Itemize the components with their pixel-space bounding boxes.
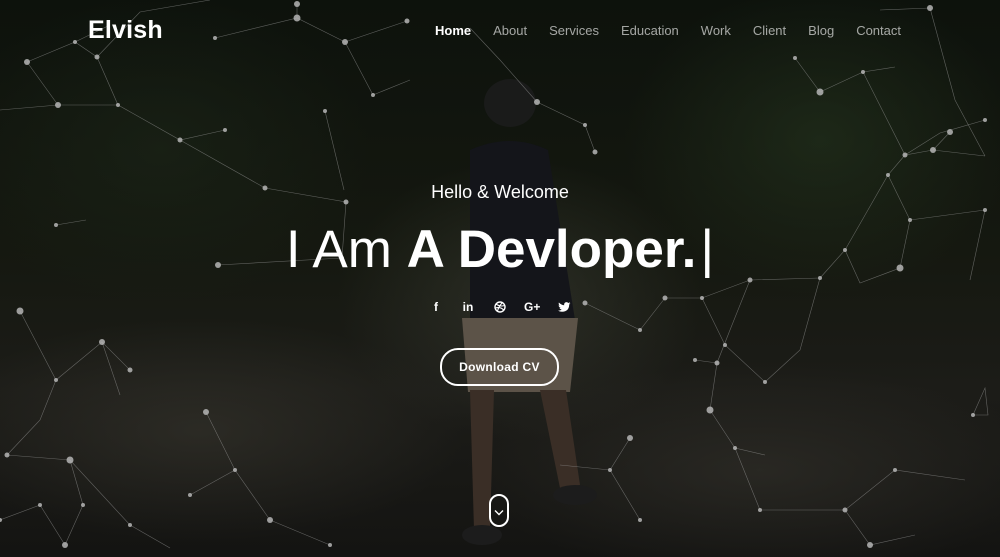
nav-item-home[interactable]: Home	[435, 23, 471, 38]
scroll-down-button[interactable]	[489, 494, 509, 527]
dribbble-icon[interactable]	[492, 298, 508, 316]
nav-item-about[interactable]: About	[493, 23, 527, 38]
linkedin-icon[interactable]: in	[460, 298, 476, 316]
social-links: f in G+	[0, 298, 1000, 316]
nav-item-contact[interactable]: Contact	[856, 23, 901, 38]
headline-light-text: I Am	[285, 220, 392, 279]
nav-item-client[interactable]: Client	[753, 23, 786, 38]
nav-item-education[interactable]: Education	[621, 23, 679, 38]
main-nav: Home About Services Education Work Clien…	[435, 23, 901, 38]
google-plus-icon[interactable]: G+	[524, 298, 540, 316]
chevron-down-icon	[494, 510, 504, 516]
nav-item-blog[interactable]: Blog	[808, 23, 834, 38]
nav-item-services[interactable]: Services	[549, 23, 599, 38]
hero-greeting: Hello & Welcome	[431, 182, 569, 202]
brand-logo[interactable]: Elvish	[88, 16, 163, 45]
hero-section: Elvish Home About Services Education Wor…	[0, 0, 1000, 557]
twitter-icon[interactable]	[556, 298, 572, 316]
hero-headline: I Am A Devloper.|	[0, 220, 1000, 280]
facebook-icon[interactable]: f	[428, 298, 444, 316]
headline-bold-text: A Devloper.	[406, 220, 697, 279]
typing-cursor: |	[700, 220, 715, 279]
nav-item-work[interactable]: Work	[701, 23, 731, 38]
download-cv-button[interactable]: Download CV	[440, 348, 559, 386]
